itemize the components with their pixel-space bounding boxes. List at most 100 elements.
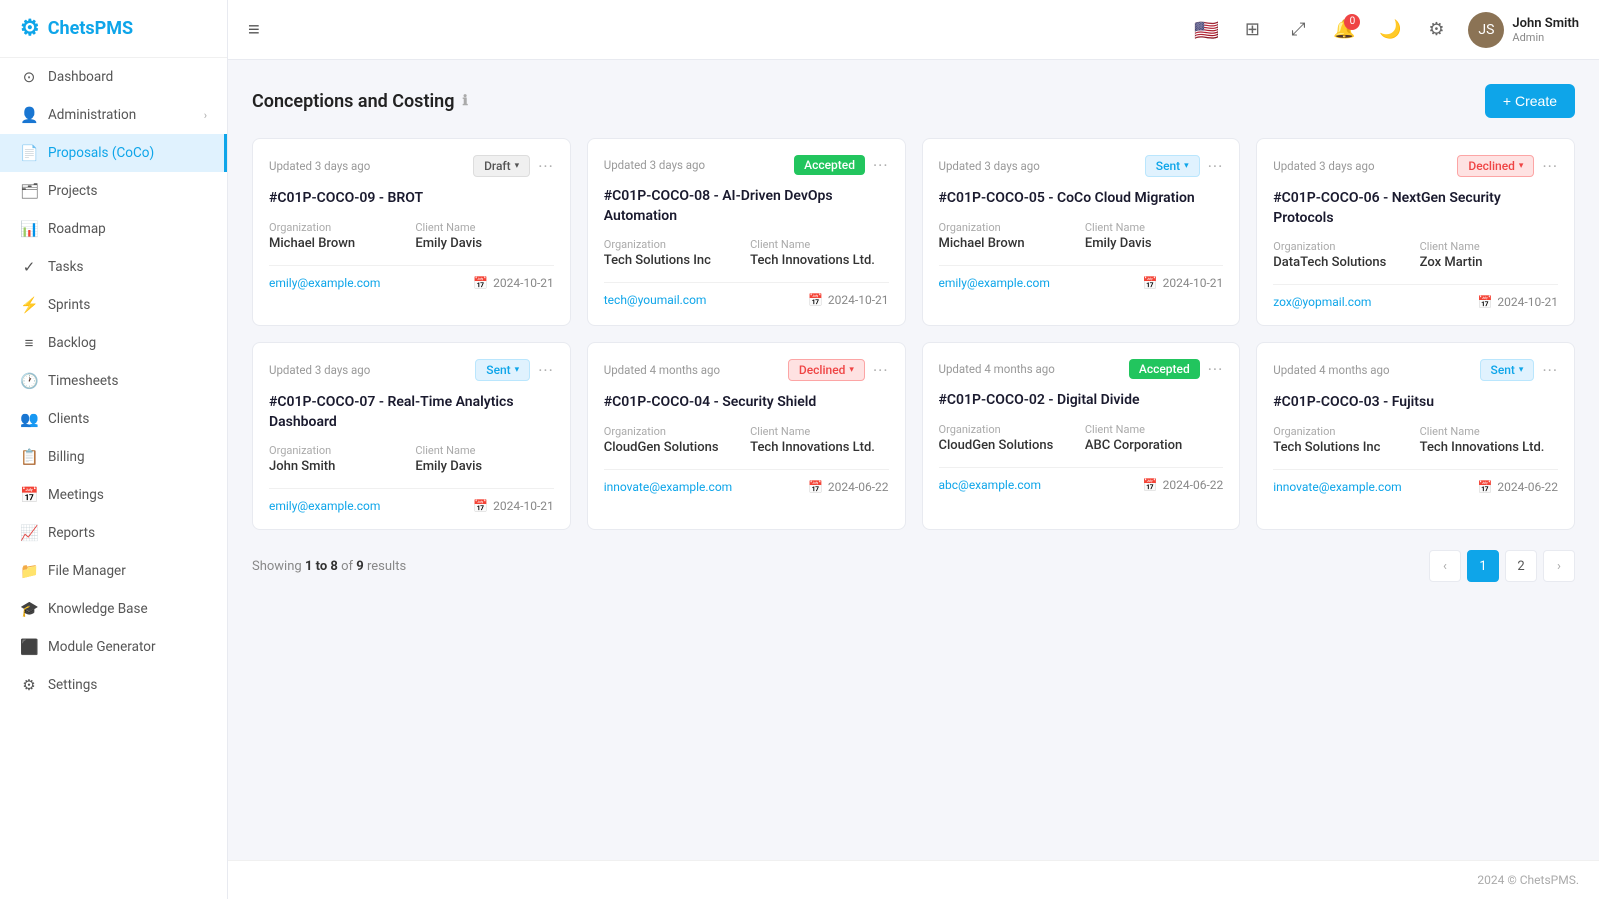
- client-value: ABC Corporation: [1085, 438, 1223, 453]
- card-email[interactable]: abc@example.com: [939, 478, 1042, 492]
- card-email[interactable]: tech@youmail.com: [604, 293, 707, 307]
- dark-mode-icon[interactable]: 🌙: [1374, 14, 1406, 46]
- card-header-right: Declined ▾ ···: [1457, 155, 1558, 177]
- settings-icon[interactable]: ⚙: [1420, 14, 1452, 46]
- nav-icon-module-generator: ⬛: [20, 638, 38, 656]
- notification-icon[interactable]: 🔔 0: [1328, 14, 1360, 46]
- card-header-right: Declined ▾ ···: [788, 359, 889, 381]
- main-area: ≡ 🇺🇸 ⊞ ⤢ 🔔 0 🌙 ⚙ JS John Smith Admin Con…: [228, 0, 1599, 899]
- status-badge[interactable]: Declined ▾: [1457, 155, 1534, 177]
- status-chevron: ▾: [849, 365, 854, 375]
- proposal-card: Updated 3 days ago Draft ▾ ··· #C01P-COC…: [252, 138, 571, 326]
- card-fields: Organization CloudGen Solutions Client N…: [604, 425, 889, 455]
- sidebar-item-module-generator[interactable]: ⬛ Module Generator: [0, 628, 227, 666]
- card-title[interactable]: #C01P-COCO-08 - AI-Driven DevOps Automat…: [604, 187, 889, 226]
- card-email[interactable]: emily@example.com: [939, 276, 1050, 290]
- sidebar-item-proposals[interactable]: 📄 Proposals (CoCo): [0, 134, 227, 172]
- nav-icon-meetings: 📅: [20, 486, 38, 504]
- status-badge[interactable]: Accepted: [1129, 359, 1200, 379]
- card-menu-dots[interactable]: ···: [873, 361, 889, 380]
- sidebar-item-clients[interactable]: 👥 Clients: [0, 400, 227, 438]
- card-date: 📅 2024-06-22: [1143, 478, 1224, 492]
- avatar: JS: [1468, 12, 1504, 48]
- pagination-next[interactable]: ›: [1543, 550, 1575, 582]
- card-footer: emily@example.com 📅 2024-10-21: [939, 265, 1224, 290]
- calendar-icon: 📅: [473, 276, 488, 290]
- status-badge[interactable]: Accepted: [794, 155, 865, 175]
- logo[interactable]: ⚙ ChetsPMS: [0, 0, 227, 58]
- card-email[interactable]: innovate@example.com: [1273, 480, 1401, 494]
- status-badge[interactable]: Declined ▾: [788, 359, 865, 381]
- card-footer: zox@yopmail.com 📅 2024-10-21: [1273, 284, 1558, 309]
- card-menu-dots[interactable]: ···: [1208, 360, 1224, 379]
- card-menu-dots[interactable]: ···: [538, 361, 554, 380]
- card-updated: Updated 4 months ago: [604, 363, 720, 377]
- sidebar-item-timesheets[interactable]: 🕐 Timesheets: [0, 362, 227, 400]
- org-label: Organization: [269, 221, 407, 234]
- card-title[interactable]: #C01P-COCO-07 - Real-Time Analytics Dash…: [269, 393, 554, 432]
- card-menu-dots[interactable]: ···: [1542, 361, 1558, 380]
- sidebar-label-administration: Administration: [48, 107, 136, 123]
- card-email[interactable]: innovate@example.com: [604, 480, 732, 494]
- card-email[interactable]: emily@example.com: [269, 499, 380, 513]
- sidebar-item-tasks[interactable]: ✓ Tasks: [0, 248, 227, 286]
- sidebar-item-meetings[interactable]: 📅 Meetings: [0, 476, 227, 514]
- pagination-page-1[interactable]: 1: [1467, 550, 1499, 582]
- topbar: ≡ 🇺🇸 ⊞ ⤢ 🔔 0 🌙 ⚙ JS John Smith Admin: [228, 0, 1599, 60]
- org-field: Organization John Smith: [269, 444, 407, 474]
- card-title[interactable]: #C01P-COCO-05 - CoCo Cloud Migration: [939, 189, 1224, 209]
- calendar-icon: 📅: [1143, 276, 1158, 290]
- sidebar-label-backlog: Backlog: [48, 335, 96, 351]
- status-badge[interactable]: Draft ▾: [473, 155, 530, 177]
- status-badge[interactable]: Sent ▾: [475, 359, 530, 381]
- page-title-text: Conceptions and Costing: [252, 91, 454, 112]
- card-email[interactable]: zox@yopmail.com: [1273, 295, 1371, 309]
- nav-icon-sprints: ⚡: [20, 296, 38, 314]
- apps-icon[interactable]: ⊞: [1236, 14, 1268, 46]
- pagination-page-2[interactable]: 2: [1505, 550, 1537, 582]
- sidebar-item-settings[interactable]: ⚙ Settings: [0, 666, 227, 704]
- sidebar-item-reports[interactable]: 📈 Reports: [0, 514, 227, 552]
- status-badge[interactable]: Sent ▾: [1145, 155, 1200, 177]
- card-menu-dots[interactable]: ···: [1542, 157, 1558, 176]
- card-email[interactable]: emily@example.com: [269, 276, 380, 290]
- nav-icon-roadmap: 📊: [20, 220, 38, 238]
- sidebar-item-roadmap[interactable]: 📊 Roadmap: [0, 210, 227, 248]
- sidebar-item-knowledge-base[interactable]: 🎓 Knowledge Base: [0, 590, 227, 628]
- card-menu-dots[interactable]: ···: [873, 156, 889, 175]
- sidebar-item-sprints[interactable]: ⚡ Sprints: [0, 286, 227, 324]
- org-field: Organization Michael Brown: [939, 221, 1077, 251]
- language-flag[interactable]: 🇺🇸: [1190, 14, 1222, 46]
- card-menu-dots[interactable]: ···: [1208, 157, 1224, 176]
- sidebar-item-administration[interactable]: 👤 Administration ›: [0, 96, 227, 134]
- client-label: Client Name: [750, 425, 888, 438]
- create-button[interactable]: + Create: [1485, 84, 1575, 118]
- sidebar-item-dashboard[interactable]: ⊙ Dashboard: [0, 58, 227, 96]
- sidebar-nav: ⊙ Dashboard 👤 Administration › 📄 Proposa…: [0, 58, 227, 704]
- card-title[interactable]: #C01P-COCO-02 - Digital Divide: [939, 391, 1224, 411]
- info-icon[interactable]: ℹ: [462, 93, 467, 109]
- card-fields: Organization CloudGen Solutions Client N…: [939, 423, 1224, 453]
- user-info[interactable]: JS John Smith Admin: [1468, 12, 1579, 48]
- card-title[interactable]: #C01P-COCO-04 - Security Shield: [604, 393, 889, 413]
- card-title[interactable]: #C01P-COCO-09 - BROT: [269, 189, 554, 209]
- proposal-card: Updated 3 days ago Sent ▾ ··· #C01P-COCO…: [252, 342, 571, 530]
- sidebar-item-backlog[interactable]: ≡ Backlog: [0, 324, 227, 362]
- card-title[interactable]: #C01P-COCO-03 - Fujitsu: [1273, 393, 1558, 413]
- sidebar-item-billing[interactable]: 📋 Billing: [0, 438, 227, 476]
- card-header: Updated 3 days ago Draft ▾ ···: [269, 155, 554, 177]
- card-title[interactable]: #C01P-COCO-06 - NextGen Security Protoco…: [1273, 189, 1558, 228]
- sidebar-item-file-manager[interactable]: 📁 File Manager: [0, 552, 227, 590]
- nav-icon-projects: 🗂: [20, 182, 38, 200]
- card-menu-dots[interactable]: ···: [538, 157, 554, 176]
- card-footer: tech@youmail.com 📅 2024-10-21: [604, 282, 889, 307]
- sidebar: ⚙ ChetsPMS ⊙ Dashboard 👤 Administration …: [0, 0, 228, 899]
- status-badge[interactable]: Sent ▾: [1480, 359, 1535, 381]
- pagination-prev[interactable]: ‹: [1429, 550, 1461, 582]
- org-field: Organization Michael Brown: [269, 221, 407, 251]
- sidebar-item-projects[interactable]: 🗂 Projects: [0, 172, 227, 210]
- fullscreen-icon[interactable]: ⤢: [1282, 14, 1314, 46]
- card-header: Updated 3 days ago Sent ▾ ···: [269, 359, 554, 381]
- org-label: Organization: [269, 444, 407, 457]
- menu-toggle[interactable]: ≡: [248, 17, 260, 42]
